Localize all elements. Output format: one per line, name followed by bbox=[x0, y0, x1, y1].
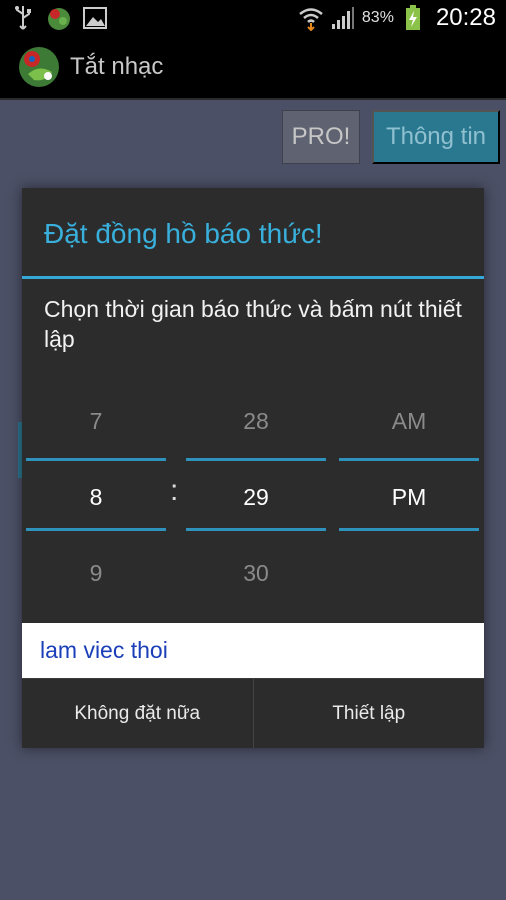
battery-percent: 83% bbox=[361, 9, 394, 26]
minute-picker[interactable]: 28 29 30 bbox=[186, 388, 326, 618]
signal-icon bbox=[330, 5, 356, 31]
hour-current[interactable]: 8 bbox=[26, 484, 166, 511]
hour-picker-line-top bbox=[26, 458, 166, 461]
gallery-icon bbox=[82, 5, 108, 31]
usb-icon bbox=[10, 5, 36, 31]
app-logo-icon[interactable] bbox=[18, 46, 60, 88]
hour-prev[interactable]: 7 bbox=[26, 408, 166, 435]
dialog-message: Chọn thời gian báo thức và bấm nút thiết… bbox=[44, 296, 462, 352]
alarm-dialog: Đặt đồng hồ báo thức! Chọn thời gian báo… bbox=[22, 188, 484, 748]
minute-prev[interactable]: 28 bbox=[186, 408, 326, 435]
dialog-buttons: Không đặt nữa Thiết lập bbox=[22, 678, 484, 748]
ampm-picker[interactable]: AM PM bbox=[339, 388, 479, 618]
info-button[interactable]: Thông tin bbox=[372, 110, 500, 164]
action-bar: Tắt nhạc bbox=[0, 36, 506, 100]
pro-button[interactable]: PRO! bbox=[282, 110, 360, 164]
set-alarm-button[interactable]: Thiết lập bbox=[252, 679, 485, 748]
alarm-note-input[interactable] bbox=[22, 623, 484, 678]
minute-picker-line-bottom bbox=[186, 528, 326, 531]
clock-time: 20:28 bbox=[435, 4, 496, 31]
ampm-picker-line-bottom bbox=[339, 528, 479, 531]
minute-next[interactable]: 30 bbox=[186, 560, 326, 587]
status-left-icons bbox=[10, 5, 108, 31]
minute-picker-line-top bbox=[186, 458, 326, 461]
status-right-icons: 83% 20:28 bbox=[298, 4, 496, 32]
status-bar: 83% 20:28 bbox=[0, 0, 506, 36]
dialog-title: Đặt đồng hồ báo thức! bbox=[44, 218, 323, 249]
title-divider bbox=[22, 276, 484, 279]
battery-charging-icon bbox=[400, 5, 426, 31]
ampm-picker-line-top bbox=[339, 458, 479, 461]
cancel-button[interactable]: Không đặt nữa bbox=[22, 679, 253, 748]
app-title: Tắt nhạc bbox=[70, 53, 164, 80]
wifi-icon bbox=[298, 5, 324, 31]
minute-current[interactable]: 29 bbox=[186, 484, 326, 511]
hour-picker-line-bottom bbox=[26, 528, 166, 531]
ampm-prev[interactable]: AM bbox=[339, 408, 479, 435]
app-notification-icon bbox=[46, 5, 72, 31]
hour-next[interactable]: 9 bbox=[26, 560, 166, 587]
ampm-current[interactable]: PM bbox=[339, 484, 479, 511]
hour-picker[interactable]: 7 8 9 bbox=[26, 388, 166, 618]
time-separator: : bbox=[170, 474, 179, 507]
